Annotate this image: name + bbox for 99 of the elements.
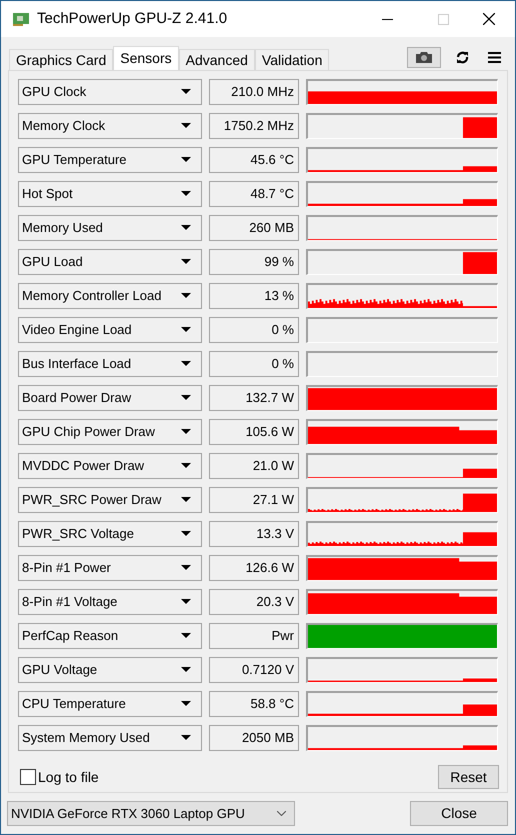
sensor-dropdown[interactable]: Memory Controller Load — [18, 283, 202, 309]
sensor-value: 260 MB — [209, 215, 299, 241]
sensor-value: 27.1 W — [209, 487, 299, 513]
sensor-name: 8-Pin #1 Voltage — [22, 593, 118, 612]
dropdown-caret-icon — [181, 157, 191, 163]
sensor-dropdown[interactable]: Video Engine Load — [18, 317, 202, 343]
dropdown-caret-icon — [181, 361, 191, 367]
sensor-name: MVDDC Power Draw — [22, 457, 144, 476]
tab[interactable]: Graphics Card — [9, 49, 114, 70]
sensor-value: 13.3 V — [209, 521, 299, 547]
close-dialog-button[interactable]: Close — [410, 801, 508, 826]
dropdown-caret-icon — [181, 225, 191, 231]
sensor-dropdown[interactable]: GPU Chip Power Draw — [18, 419, 202, 445]
reset-button[interactable]: Reset — [438, 765, 499, 789]
dropdown-caret-icon — [181, 191, 191, 197]
close-icon — [483, 13, 495, 25]
sensor-value: 48.7 °C — [209, 181, 299, 207]
dropdown-caret-icon — [181, 701, 191, 707]
sensor-value: 105.6 W — [209, 419, 299, 445]
dropdown-caret-icon — [181, 293, 191, 299]
sensor-name: 8-Pin #1 Power — [22, 559, 111, 578]
tab[interactable]: Sensors — [113, 46, 179, 70]
sensor-dropdown[interactable]: 8-Pin #1 Power — [18, 555, 202, 581]
sensor-value: 210.0 MHz — [209, 79, 299, 105]
sensor-dropdown[interactable]: Hot Spot — [18, 181, 202, 207]
sensor-dropdown[interactable]: System Memory Used — [18, 725, 202, 751]
sensor-dropdown[interactable]: GPU Voltage — [18, 657, 202, 683]
dropdown-caret-icon — [181, 327, 191, 333]
minimize-icon — [382, 18, 392, 20]
sensor-dropdown[interactable]: 8-Pin #1 Voltage — [18, 589, 202, 615]
sensor-name: Memory Clock — [22, 117, 106, 136]
sensor-dropdown[interactable]: MVDDC Power Draw — [18, 453, 202, 479]
dropdown-caret-icon — [181, 633, 191, 639]
window-title: TechPowerUp GPU-Z 2.41.0 — [37, 8, 228, 29]
maximize-icon — [438, 14, 448, 24]
sensor-value: 0.7120 V — [209, 657, 299, 683]
sensor-value: 58.8 °C — [209, 691, 299, 717]
tab[interactable]: Advanced — [178, 49, 255, 70]
dropdown-caret-icon — [181, 89, 191, 95]
sensor-dropdown[interactable]: GPU Clock — [18, 79, 202, 105]
sensor-name: PerfCap Reason — [22, 627, 118, 646]
sensor-value: 126.6 W — [209, 555, 299, 581]
sensor-dropdown[interactable]: GPU Load — [18, 249, 202, 275]
graphics-card-icon — [12, 12, 30, 26]
dropdown-caret-icon — [181, 259, 191, 265]
sensor-value: 1750.2 MHz — [209, 113, 299, 139]
dropdown-caret-icon — [181, 497, 191, 503]
dropdown-caret-icon — [181, 395, 191, 401]
sensor-dropdown[interactable]: CPU Temperature — [18, 691, 202, 717]
chevron-down-icon — [277, 811, 286, 816]
dropdown-caret-icon — [181, 565, 191, 571]
tab[interactable]: Validation — [254, 49, 330, 70]
sensor-dropdown[interactable]: PerfCap Reason — [18, 623, 202, 649]
dropdown-caret-icon — [181, 429, 191, 435]
sensor-dropdown[interactable]: PWR_SRC Voltage — [18, 521, 202, 547]
sensor-value: 21.0 W — [209, 453, 299, 479]
menu-icon — [488, 52, 500, 63]
dropdown-caret-icon — [181, 463, 191, 469]
gpu-select[interactable]: NVIDIA GeForce RTX 3060 Laptop GPU — [7, 801, 295, 826]
sensor-dropdown[interactable]: Bus Interface Load — [18, 351, 202, 377]
sensor-dropdown[interactable]: GPU Temperature — [18, 147, 202, 173]
sensor-dropdown[interactable]: PWR_SRC Power Draw — [18, 487, 202, 513]
screenshot-button[interactable] — [407, 47, 441, 68]
sensor-name: GPU Voltage — [22, 661, 98, 680]
sensor-value: 99 % — [209, 249, 299, 275]
sensor-name: PWR_SRC Power Draw — [22, 491, 162, 510]
sensor-value: 0 % — [209, 317, 299, 343]
dropdown-caret-icon — [181, 667, 191, 673]
sensor-name: Memory Used — [22, 219, 103, 238]
sensor-dropdown[interactable]: Memory Used — [18, 215, 202, 241]
sensor-name: CPU Temperature — [22, 695, 126, 714]
sensor-value: 132.7 W — [209, 385, 299, 411]
sensor-name: Video Engine Load — [22, 321, 132, 340]
refresh-icon — [456, 51, 468, 64]
dropdown-caret-icon — [181, 735, 191, 741]
sensor-dropdown[interactable]: Memory Clock — [18, 113, 202, 139]
sensor-value: 45.6 °C — [209, 147, 299, 173]
log-to-file-checkbox[interactable] — [20, 769, 36, 785]
sensor-value: 0 % — [209, 351, 299, 377]
dropdown-caret-icon — [181, 531, 191, 537]
sensor-dropdown[interactable]: Board Power Draw — [18, 385, 202, 411]
sensor-name: PWR_SRC Voltage — [22, 525, 134, 544]
sensor-name: GPU Chip Power Draw — [22, 423, 155, 442]
dropdown-caret-icon — [181, 599, 191, 605]
checkbox-label: Log to file — [38, 768, 99, 787]
sensor-name: GPU Clock — [22, 83, 86, 102]
sensor-name: Memory Controller Load — [22, 287, 162, 306]
sensor-value: 13 % — [209, 283, 299, 309]
sensor-name: System Memory Used — [22, 729, 150, 748]
sensor-name: Board Power Draw — [22, 389, 132, 408]
sensor-value: 20.3 V — [209, 589, 299, 615]
camera-icon — [416, 52, 432, 63]
sensor-value: 2050 MB — [209, 725, 299, 751]
sensor-name: GPU Load — [22, 253, 83, 272]
sensor-name: Bus Interface Load — [22, 355, 132, 374]
sensor-name: Hot Spot — [22, 185, 73, 204]
sensor-value: Pwr — [209, 623, 299, 649]
sensor-name: GPU Temperature — [22, 151, 127, 170]
dropdown-caret-icon — [181, 123, 191, 129]
